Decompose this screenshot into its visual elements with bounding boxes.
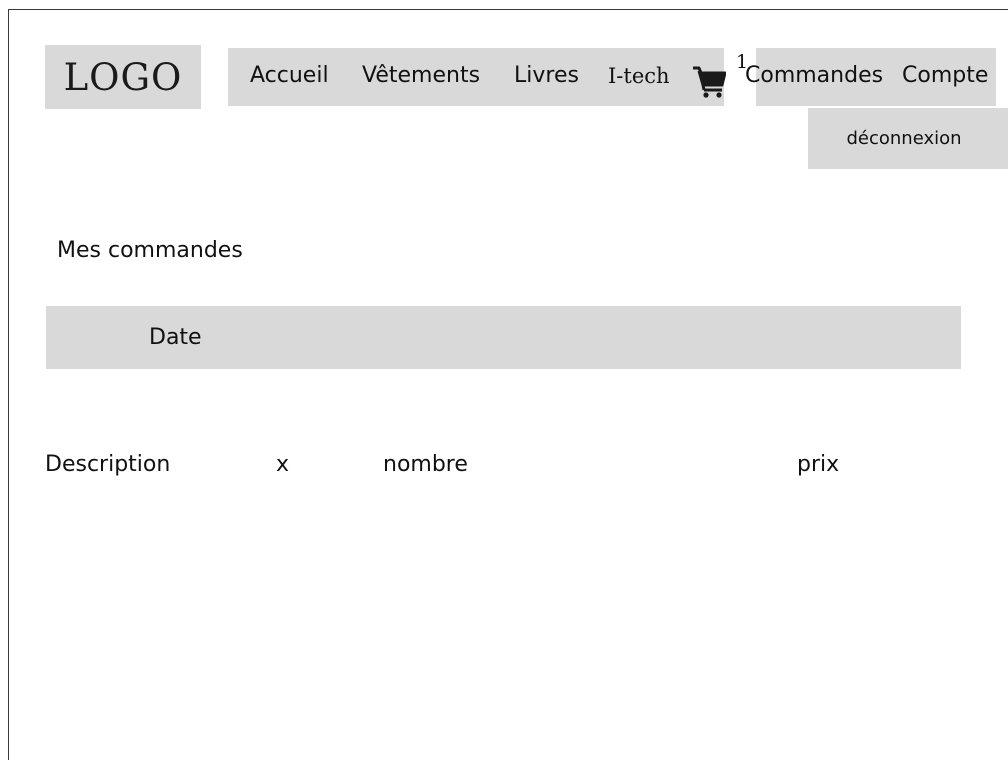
order-item-quantity: nombre bbox=[383, 452, 468, 477]
nav-link-itech[interactable]: I-tech bbox=[608, 60, 670, 92]
logout-button[interactable]: déconnexion bbox=[808, 108, 1008, 169]
logo-text: LOGO bbox=[63, 55, 183, 99]
nav-link-accueil[interactable]: Accueil bbox=[250, 60, 329, 92]
nav-link-livres[interactable]: Livres bbox=[514, 60, 579, 92]
page-title: Mes commandes bbox=[57, 238, 243, 263]
site-logo[interactable]: LOGO bbox=[45, 45, 201, 109]
cart-icon[interactable] bbox=[692, 64, 726, 98]
logout-label: déconnexion bbox=[846, 128, 962, 149]
nav-link-compte[interactable]: Compte bbox=[902, 60, 988, 92]
order-date: Date bbox=[149, 325, 202, 350]
nav-link-commandes[interactable]: Commandes bbox=[745, 60, 883, 92]
nav-link-vetements[interactable]: Vêtements bbox=[362, 60, 480, 92]
order-item-description: Description bbox=[45, 452, 171, 477]
order-item-multiplier: x bbox=[276, 452, 290, 477]
order-item-price: prix bbox=[797, 452, 840, 477]
